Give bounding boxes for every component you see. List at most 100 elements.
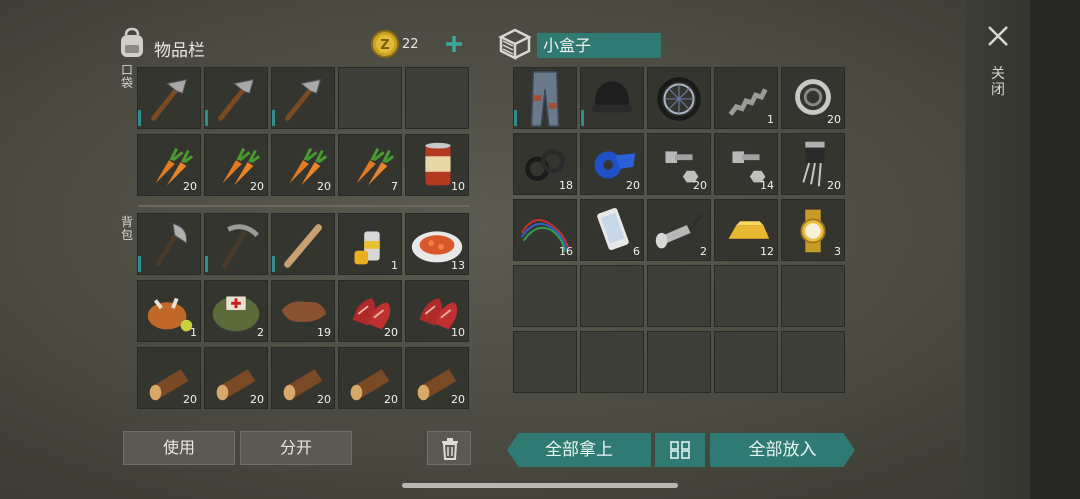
pocket-slot[interactable] bbox=[204, 67, 268, 129]
axe-icon bbox=[154, 223, 188, 267]
container-slot[interactable] bbox=[580, 331, 644, 393]
container-slot[interactable]: 20 bbox=[580, 133, 644, 195]
backpack-slot[interactable]: 13 bbox=[405, 213, 469, 275]
pocket-slot[interactable]: 10 bbox=[405, 134, 469, 196]
item-count: 1 bbox=[190, 326, 197, 339]
container-slot[interactable]: 20 bbox=[781, 67, 845, 129]
item-count: 20 bbox=[250, 180, 264, 193]
container-slot[interactable] bbox=[781, 331, 845, 393]
container-slot[interactable]: 16 bbox=[513, 199, 577, 261]
container-slot[interactable] bbox=[781, 265, 845, 327]
pocket-slot[interactable] bbox=[405, 67, 469, 129]
item-count: 20 bbox=[317, 393, 331, 406]
take-all-button[interactable]: 全部拿上 bbox=[507, 433, 651, 467]
pickaxe-icon bbox=[221, 224, 260, 269]
backpack-slot[interactable]: 20 bbox=[204, 347, 268, 409]
item-count: 20 bbox=[384, 326, 398, 339]
durability-bar bbox=[272, 110, 275, 126]
container-slot[interactable]: 20 bbox=[781, 133, 845, 195]
backpack-slot[interactable]: 2 bbox=[204, 280, 268, 342]
item-count: 7 bbox=[391, 180, 398, 193]
pocket-slot[interactable]: 20 bbox=[271, 134, 335, 196]
item-count: 20 bbox=[183, 180, 197, 193]
container-slot[interactable] bbox=[647, 265, 711, 327]
container-slot[interactable] bbox=[714, 265, 778, 327]
pocket-slot[interactable]: 20 bbox=[204, 134, 268, 196]
container-slot[interactable] bbox=[647, 331, 711, 393]
use-button[interactable]: 使用 bbox=[123, 431, 235, 465]
item-count: 10 bbox=[451, 326, 465, 339]
backpack-slot[interactable]: 10 bbox=[405, 280, 469, 342]
pocket-slot[interactable]: 7 bbox=[338, 134, 402, 196]
wheel-icon bbox=[657, 77, 701, 121]
container-slot[interactable] bbox=[513, 331, 577, 393]
container-slot[interactable]: 1 bbox=[714, 67, 778, 129]
split-button[interactable]: 分开 bbox=[240, 431, 352, 465]
pocket-slot[interactable] bbox=[338, 67, 402, 129]
trash-button[interactable] bbox=[427, 431, 471, 465]
backpack-slot[interactable]: 20 bbox=[405, 347, 469, 409]
container-slot[interactable] bbox=[580, 265, 644, 327]
close-icon[interactable] bbox=[987, 25, 1009, 47]
container-slot[interactable]: 14 bbox=[714, 133, 778, 195]
container-slot[interactable] bbox=[513, 265, 577, 327]
add-coins-button[interactable] bbox=[444, 34, 464, 54]
backpack-slot[interactable] bbox=[271, 213, 335, 275]
put-all-button[interactable]: 全部放入 bbox=[710, 433, 855, 467]
home-indicator bbox=[402, 483, 678, 488]
item-count: 2 bbox=[257, 326, 264, 339]
pocket-slot[interactable] bbox=[137, 67, 201, 129]
item-count: 10 bbox=[451, 180, 465, 193]
container-slot[interactable]: 12 bbox=[714, 199, 778, 261]
container-slot[interactable]: 20 bbox=[647, 133, 711, 195]
durability-bar bbox=[514, 110, 517, 126]
pocket-slot[interactable] bbox=[271, 67, 335, 129]
container-title: 小盒子 bbox=[537, 33, 661, 58]
container-slot[interactable]: 2 bbox=[647, 199, 711, 261]
durability-bar bbox=[581, 110, 584, 126]
backpack-slot[interactable]: 20 bbox=[137, 347, 201, 409]
coin-icon: Z bbox=[371, 30, 399, 58]
backpack-slot[interactable]: 20 bbox=[271, 347, 335, 409]
backpack-slot[interactable]: 1 bbox=[338, 213, 402, 275]
container-slot[interactable]: 6 bbox=[580, 199, 644, 261]
durability-bar bbox=[138, 110, 141, 126]
backpack-slot[interactable]: 20 bbox=[338, 280, 402, 342]
backpack-slot[interactable]: 20 bbox=[338, 347, 402, 409]
container-slot[interactable] bbox=[580, 67, 644, 129]
durability-bar bbox=[205, 110, 208, 126]
item-count: 14 bbox=[760, 179, 774, 192]
hammer-icon bbox=[218, 78, 255, 121]
pocket-slot[interactable]: 20 bbox=[137, 134, 201, 196]
pants-icon bbox=[530, 71, 560, 127]
close-label[interactable]: 关闭 bbox=[991, 66, 1007, 98]
backpack-label: 背包 bbox=[121, 215, 134, 242]
sort-button[interactable] bbox=[655, 433, 705, 467]
item-count: 1 bbox=[391, 259, 398, 272]
svg-text:Z: Z bbox=[380, 38, 389, 53]
item-count: 20 bbox=[317, 180, 331, 193]
backpack-slot[interactable]: 1 bbox=[137, 280, 201, 342]
backpack-slot[interactable]: 19 bbox=[271, 280, 335, 342]
baseball-bat-icon bbox=[284, 224, 322, 268]
hammer-icon bbox=[285, 78, 322, 121]
item-count: 20 bbox=[451, 393, 465, 406]
backpack-slot[interactable] bbox=[204, 213, 268, 275]
coin-count: 22 bbox=[402, 37, 419, 52]
trash-icon bbox=[442, 438, 458, 460]
backpack-icon bbox=[121, 27, 143, 57]
item-count: 13 bbox=[451, 259, 465, 272]
container-slot[interactable] bbox=[513, 67, 577, 129]
container-slot[interactable]: 18 bbox=[513, 133, 577, 195]
right-sidebar bbox=[965, 0, 1080, 499]
container-slot[interactable] bbox=[714, 331, 778, 393]
beanie-icon bbox=[592, 81, 632, 113]
item-count: 20 bbox=[183, 393, 197, 406]
durability-bar bbox=[138, 256, 141, 272]
grid-sort-icon bbox=[670, 441, 690, 459]
backpack-slot[interactable] bbox=[137, 213, 201, 275]
container-slot[interactable]: 3 bbox=[781, 199, 845, 261]
item-count: 16 bbox=[559, 245, 573, 258]
item-count: 1 bbox=[767, 113, 774, 126]
container-slot[interactable] bbox=[647, 67, 711, 129]
